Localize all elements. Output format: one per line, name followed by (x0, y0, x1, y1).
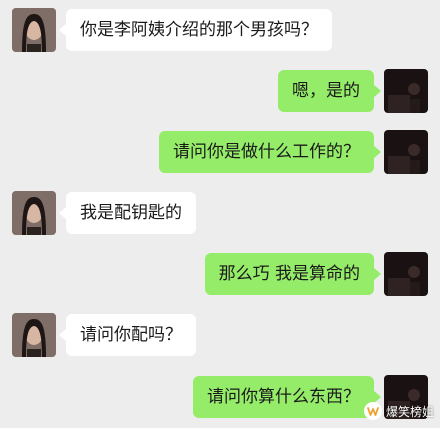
message-bubble[interactable]: 请问你配吗？ (59, 314, 196, 356)
wechat-channel-icon (363, 402, 382, 420)
message-row: 我是配钥匙的 (0, 191, 440, 237)
user-avatar[interactable] (384, 69, 428, 113)
message-row: 你是李阿姨介绍的那个男孩吗？ (0, 8, 440, 54)
message-row: 那么巧 我是算命的 (0, 252, 440, 298)
watermark: 爆笑榜姐 (363, 400, 434, 422)
message-bubble[interactable]: 你是李阿姨介绍的那个男孩吗？ (59, 9, 332, 51)
message-bubble[interactable]: 请问你是做什么工作的？ (159, 131, 381, 173)
message-row: 请问你配吗？ (0, 313, 440, 359)
user-avatar[interactable] (384, 252, 428, 296)
contact-avatar[interactable] (12, 8, 56, 52)
message-bubble[interactable]: 请问你算什么东西？ (193, 376, 381, 418)
contact-avatar[interactable] (12, 313, 56, 357)
message-bubble[interactable]: 我是配钥匙的 (59, 192, 196, 234)
contact-avatar[interactable] (12, 191, 56, 235)
message-row: 请问你是做什么工作的？ (0, 130, 440, 176)
message-bubble[interactable]: 嗯，是的 (278, 70, 381, 112)
message-bubble[interactable]: 那么巧 我是算命的 (204, 253, 382, 295)
user-avatar[interactable] (384, 130, 428, 174)
message-row: 嗯，是的 (0, 69, 440, 115)
watermark-text: 爆笑榜姐 (385, 404, 434, 419)
